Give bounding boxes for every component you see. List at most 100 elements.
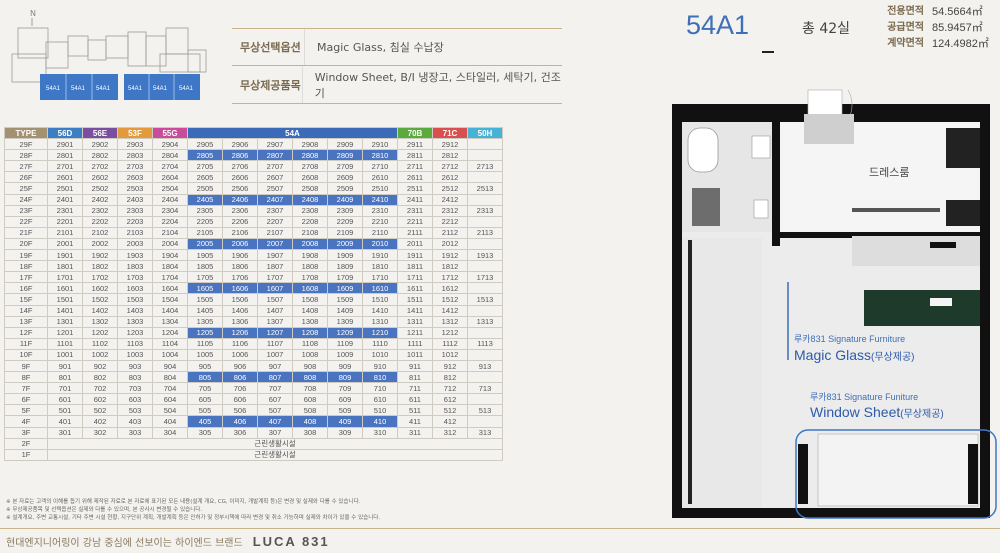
table-row: 12F 1201 1202 1203 1204 1205 1206 1207 1208 1209 1… — [4, 326, 503, 339]
unit-number: 910 — [362, 359, 398, 373]
unit-number: 402 — [82, 415, 118, 428]
unit-number: 409 — [327, 415, 363, 428]
unit-number: 2711 — [397, 160, 433, 173]
unit-number: 2505 — [187, 182, 223, 195]
unit-number: 411 — [397, 415, 433, 428]
unit-number: 902 — [82, 359, 118, 373]
unit-number: 913 — [467, 359, 503, 373]
unit-number: 2304 — [152, 204, 188, 217]
floor-label: 14F — [4, 304, 48, 317]
unit-number: 1206 — [222, 326, 258, 339]
unit-number: 1811 — [397, 260, 433, 273]
unit-number: 1605 — [187, 282, 223, 295]
unit-number: 1113 — [467, 337, 503, 350]
unit-number: 2104 — [152, 226, 188, 239]
unit-number: 2701 — [47, 160, 83, 173]
unit-number: 1101 — [47, 337, 83, 350]
unit-number: 704 — [152, 382, 188, 395]
unit-number: 1109 — [327, 337, 363, 350]
unit-number: 311 — [397, 426, 433, 439]
unit-number: 2804 — [152, 149, 188, 162]
unit-number: 1912 — [432, 249, 468, 262]
unit-number: 1012 — [432, 348, 468, 361]
table-row: 27F 2701 2702 2703 2704 2705 2706 2707 2708 2709 2… — [4, 160, 503, 173]
unit-number: 1207 — [257, 326, 293, 339]
unit-number: 1006 — [222, 348, 258, 361]
unit-number: 1212 — [432, 326, 468, 339]
unit-number: 2905 — [187, 138, 223, 151]
unit-number: 1806 — [222, 260, 258, 273]
unit-number: 2202 — [82, 215, 118, 228]
floor-label: 22F — [4, 215, 48, 228]
unit-number: 2912 — [432, 138, 468, 151]
unit-number — [467, 326, 503, 339]
type-header: 56D — [47, 126, 83, 140]
floor-label: 16F — [4, 282, 48, 295]
unit-number: 1611 — [397, 282, 433, 295]
table-row: 16F 1601 1602 1603 1604 1605 1606 1607 1608 1609 1… — [4, 282, 503, 295]
title-dash — [762, 51, 774, 53]
unit-number: 1410 — [362, 304, 398, 317]
unit-number: 2305 — [187, 204, 223, 217]
unit-number: 1606 — [222, 282, 258, 295]
area-value: 54.5664㎡ — [932, 6, 983, 18]
unit-number: 904 — [152, 359, 188, 373]
unit-number: 2208 — [292, 215, 328, 228]
floor-label: 2F — [4, 437, 48, 450]
floor-plan: 드레스룸 루카831 Signature Furniture Magic Gla… — [668, 60, 1000, 528]
unit-number: 1402 — [82, 304, 118, 317]
unit-number: 2109 — [327, 226, 363, 239]
unit-number: 1511 — [397, 293, 433, 306]
unit-number: 1311 — [397, 315, 433, 328]
unit-number: 2310 — [362, 204, 398, 217]
unit-number: 1102 — [82, 337, 118, 350]
area-label: 공급면적 — [887, 22, 924, 33]
unit-number: 309 — [327, 426, 363, 439]
unit-number — [467, 237, 503, 251]
unit-number: 2211 — [397, 215, 433, 228]
unit-number: 808 — [292, 371, 328, 384]
unit-number: 2908 — [292, 138, 328, 151]
unit-number: 2904 — [152, 138, 188, 151]
unit-number — [467, 304, 503, 317]
unit-number: 2201 — [47, 215, 83, 228]
unit-number: 1404 — [152, 304, 188, 317]
unit-number: 906 — [222, 359, 258, 373]
unit-number: 2512 — [432, 182, 468, 195]
floor-label: 5F — [4, 404, 48, 417]
unit-number: 2401 — [47, 193, 83, 206]
unit-number: 2010 — [362, 237, 398, 251]
unit-number: 1204 — [152, 326, 188, 339]
unit-number: 406 — [222, 415, 258, 428]
unit-type-title: 54A1 — [686, 10, 750, 40]
unit-number: 1602 — [82, 282, 118, 295]
unit-number: 1803 — [117, 260, 153, 273]
unit-number: 312 — [432, 426, 468, 439]
area-label: 계약면적 — [887, 38, 924, 49]
table-row: 21F 2101 2102 2103 2104 2105 2106 2107 2108 2109 2… — [4, 226, 503, 239]
unit-number: 2703 — [117, 160, 153, 173]
unit-number: 807 — [257, 371, 293, 384]
unit-number: 1004 — [152, 348, 188, 361]
unit-table: TYPE 56D 56E 53F 55G 54A 70B 71C 50H 29F 2901 2902 2… — [4, 126, 503, 461]
table-header-row: TYPE 56D 56E 53F 55G 54A 70B 71C 50H — [4, 126, 503, 140]
unit-number: 1201 — [47, 326, 83, 339]
unit-number: 1506 — [222, 293, 258, 306]
unit-number: 1804 — [152, 260, 188, 273]
unit-number: 2403 — [117, 193, 153, 206]
unit-number: 1007 — [257, 348, 293, 361]
unit-number: 2706 — [222, 160, 258, 173]
unit-number: 706 — [222, 382, 258, 395]
unit-number: 712 — [432, 382, 468, 395]
unit-number: 501 — [47, 404, 83, 417]
unit-number: 2106 — [222, 226, 258, 239]
floor-label: 8F — [4, 371, 48, 384]
unit-number: 2210 — [362, 215, 398, 228]
table-row: 22F 2201 2202 2203 2204 2205 2206 2207 2208 2209 2… — [4, 215, 503, 228]
unit-number: 1512 — [432, 293, 468, 306]
unit-number: 1411 — [397, 304, 433, 317]
unit-number: 1203 — [117, 326, 153, 339]
unit-number: 304 — [152, 426, 188, 439]
unit-number: 2001 — [47, 237, 83, 251]
floor-label: 6F — [4, 393, 48, 406]
